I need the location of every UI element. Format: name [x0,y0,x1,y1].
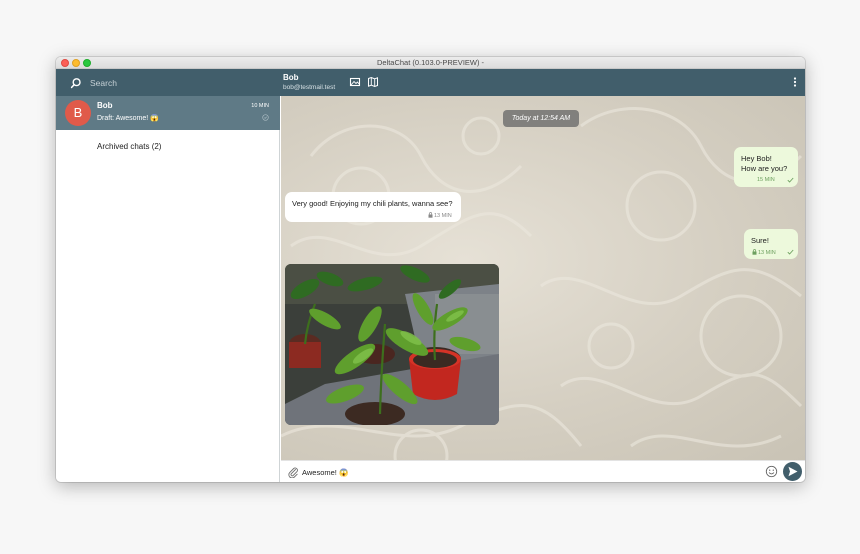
chat-list-item[interactable]: B Bob Draft: Awesome! 😱 10 MIN [56,96,280,130]
gallery-button[interactable] [349,76,361,88]
message-time: 13 MIN [434,213,452,219]
search-icon[interactable] [70,77,82,89]
message-list[interactable]: Today at 12:54 AM Hey Bob! How are you? … [281,96,805,460]
contact-email: bob@testmail.test [283,84,336,91]
message-meta: 13 MIN [428,212,452,219]
title-bar: DeltaChat (0.103.0-PREVIEW) - [56,57,805,69]
chili-plants-photo [285,264,499,425]
avatar: B [65,100,91,126]
message-time: 13 MIN [758,250,776,256]
compose-input[interactable] [302,464,752,480]
image-message[interactable] [285,264,499,425]
chat-list-item-draft: Draft: Awesome! 😱 [97,115,159,122]
chat-list-item-name: Bob [97,101,113,110]
map-icon [368,76,378,88]
lock-icon [752,249,757,255]
message-text: Sure! [751,236,769,245]
chat-menu-button[interactable] [789,76,801,88]
message-text: Hey Bob! How are you? [741,154,788,173]
lock-icon [428,212,433,218]
sidebar-header [56,69,280,96]
app-window: DeltaChat (0.103.0-PREVIEW) - Bob bob@te… [56,57,805,482]
search-input[interactable] [90,74,260,91]
emoji-icon[interactable] [765,465,778,478]
outgoing-message[interactable]: Sure! 13 MIN [744,229,798,259]
map-button[interactable] [367,76,379,88]
check-icon [787,249,794,255]
gallery-icon [349,77,361,87]
check-icon [787,177,794,183]
contact-name[interactable]: Bob [283,73,299,82]
incoming-message[interactable]: Very good! Enjoying my chili plants, wan… [285,192,461,222]
date-marker: Today at 12:54 AM [503,110,579,127]
send-button[interactable] [783,462,802,481]
chat-header: Bob bob@testmail.test [280,69,805,96]
archived-chats-link[interactable]: Archived chats (2) [97,142,161,151]
paperclip-icon[interactable] [287,466,299,478]
message-time: 15 MIN [757,177,775,183]
delivery-status-icon [262,114,269,121]
message-meta: 13 MIN [752,249,776,256]
send-icon [788,466,798,477]
outgoing-message[interactable]: Hey Bob! How are you? 15 MIN [734,147,798,187]
chat-list-item-time: 10 MIN [251,103,269,109]
window-title: DeltaChat (0.103.0-PREVIEW) - [376,58,485,67]
message-text: Very good! Enjoying my chili plants, wan… [292,199,453,208]
vertical-dots-menu-icon [793,77,797,87]
message-composer [281,460,805,482]
chat-list: B Bob Draft: Awesome! 😱 10 MIN Archived … [56,96,280,482]
